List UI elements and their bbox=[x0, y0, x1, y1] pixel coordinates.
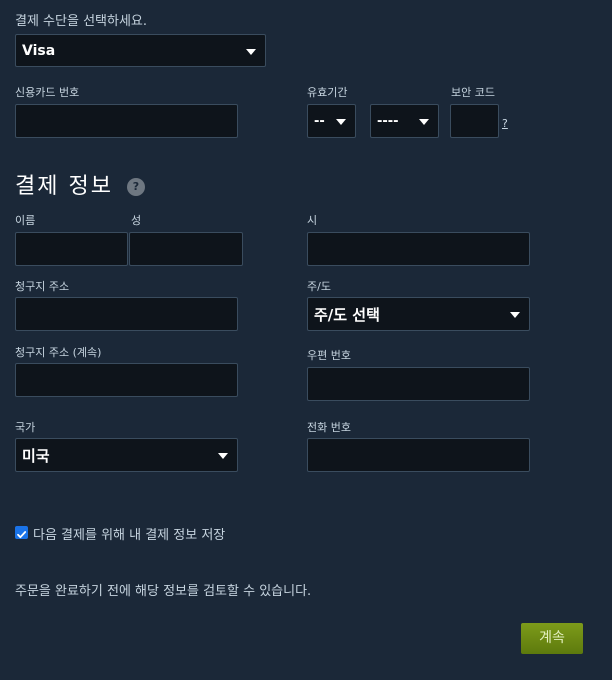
postal-code-input[interactable] bbox=[307, 367, 530, 401]
question-icon[interactable]: ? bbox=[127, 178, 145, 196]
review-note: 주문을 완료하기 전에 해당 정보를 검토할 수 있습니다. bbox=[15, 584, 312, 599]
phone-label: 전화 번호 bbox=[307, 421, 351, 434]
security-code-input[interactable] bbox=[450, 104, 499, 138]
first-name-input[interactable] bbox=[15, 232, 128, 266]
last-name-label: 성 bbox=[131, 214, 142, 227]
save-info-label[interactable]: 다음 결제를 위해 내 결제 정보 저장 bbox=[33, 524, 225, 543]
continue-button[interactable]: 계속 bbox=[521, 623, 583, 654]
billing-section-title: 결제 정보 bbox=[15, 174, 113, 199]
caret-down-icon bbox=[419, 119, 429, 125]
country-select[interactable]: 미국 bbox=[15, 438, 238, 472]
card-number-input[interactable] bbox=[15, 104, 238, 138]
payment-method-select[interactable]: Visa bbox=[15, 34, 266, 67]
caret-down-icon bbox=[246, 48, 256, 55]
checkmark-icon bbox=[17, 531, 27, 539]
save-info-checkbox[interactable] bbox=[15, 526, 28, 539]
country-label: 국가 bbox=[15, 421, 36, 434]
expiry-year-value: ---- bbox=[377, 113, 399, 129]
country-value: 미국 bbox=[22, 446, 50, 465]
security-code-help-link[interactable]: ? bbox=[502, 117, 508, 130]
security-code-label: 보안 코드 bbox=[451, 86, 495, 99]
expiry-month-select[interactable]: -- bbox=[307, 104, 356, 138]
caret-down-icon bbox=[218, 453, 228, 459]
city-input[interactable] bbox=[307, 232, 530, 266]
expiry-month-value: -- bbox=[314, 113, 325, 129]
state-label: 주/도 bbox=[307, 280, 331, 293]
expiry-year-select[interactable]: ---- bbox=[370, 104, 439, 138]
last-name-input[interactable] bbox=[129, 232, 243, 266]
billing-address2-label: 청구지 주소 (계속) bbox=[15, 346, 102, 359]
payment-method-prompt: 결제 수단을 선택하세요. bbox=[15, 14, 147, 29]
first-name-label: 이름 bbox=[15, 214, 36, 227]
state-value: 주/도 선택 bbox=[314, 305, 380, 324]
billing-address-label: 청구지 주소 bbox=[15, 280, 70, 293]
billing-address-input[interactable] bbox=[15, 297, 238, 331]
state-select[interactable]: 주/도 선택 bbox=[307, 297, 530, 331]
caret-down-icon bbox=[510, 312, 520, 318]
postal-code-label: 우편 번호 bbox=[307, 349, 351, 362]
billing-address2-input[interactable] bbox=[15, 363, 238, 397]
expiry-label: 유효기간 bbox=[307, 86, 348, 99]
caret-down-icon bbox=[336, 119, 346, 125]
payment-method-value: Visa bbox=[22, 42, 56, 59]
card-number-label: 신용카드 번호 bbox=[15, 86, 80, 99]
city-label: 시 bbox=[307, 214, 318, 227]
phone-input[interactable] bbox=[307, 438, 530, 472]
